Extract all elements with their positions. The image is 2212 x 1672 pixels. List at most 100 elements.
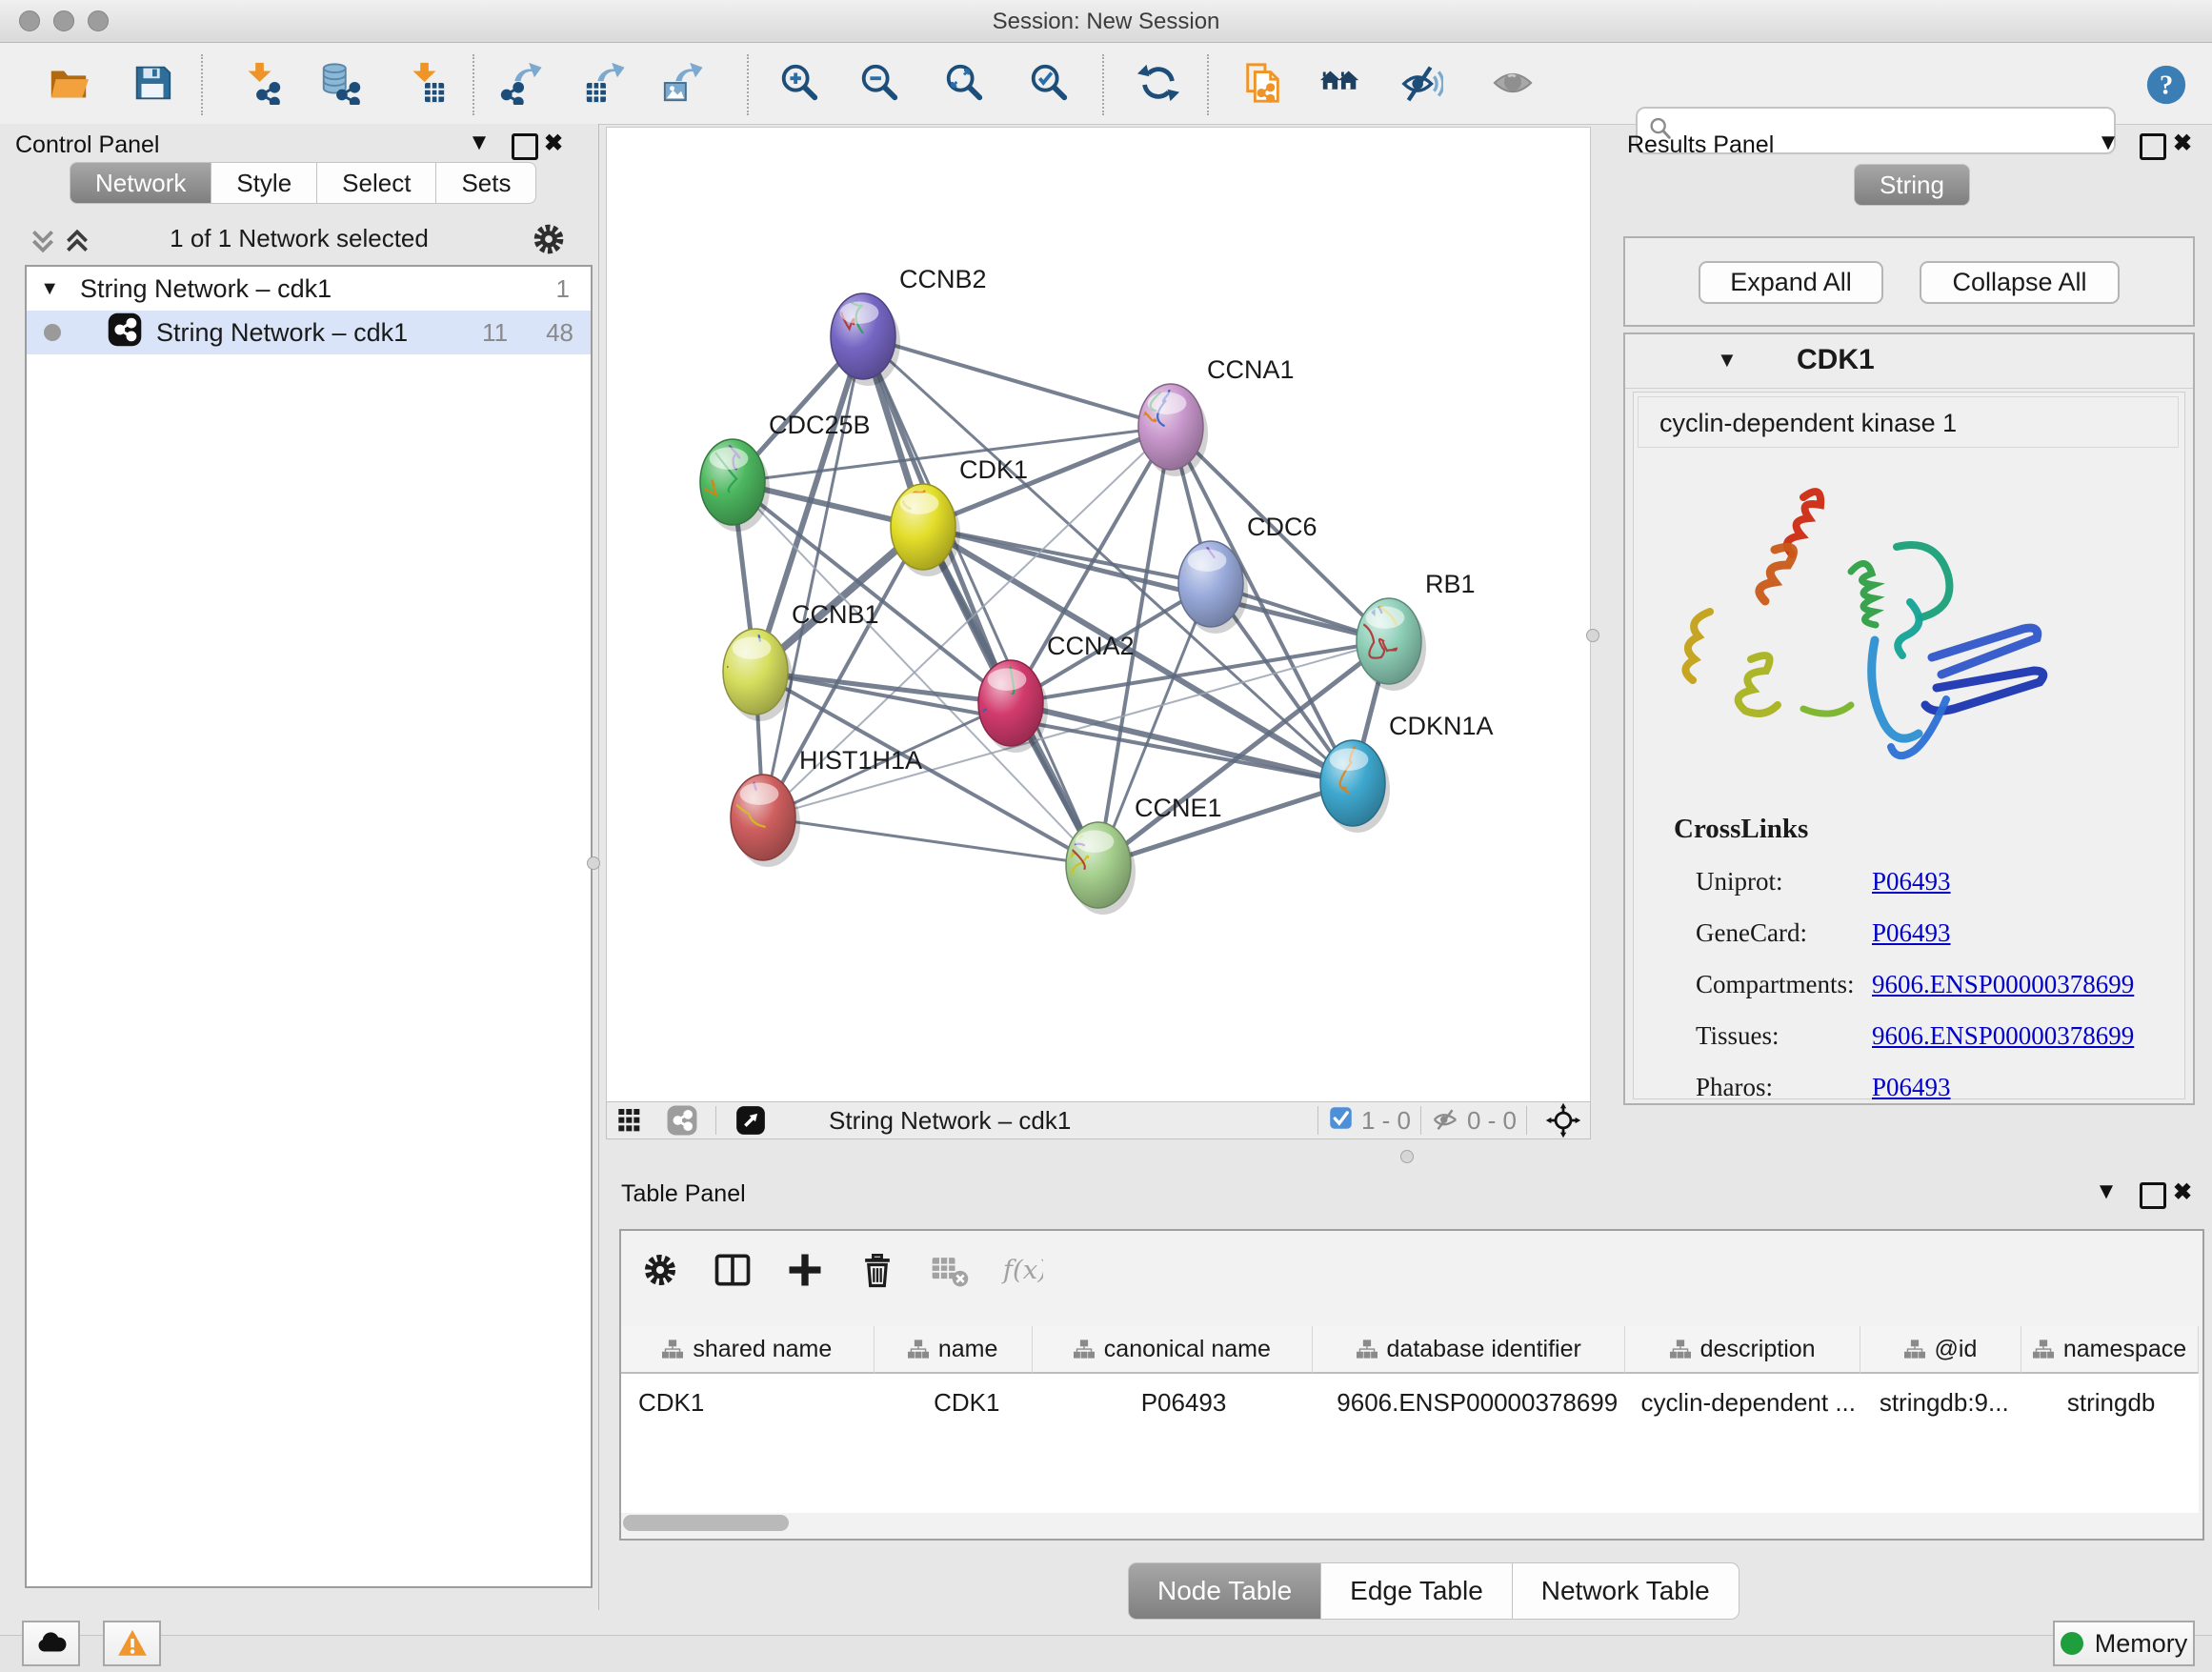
column-header-database-identifier[interactable]: database identifier — [1313, 1326, 1625, 1374]
import-network-file-button[interactable] — [235, 60, 285, 110]
table-settings-button[interactable] — [633, 1244, 688, 1299]
network-selection-status: 1 of 1 Network selected — [0, 224, 598, 253]
export-image-button[interactable] — [658, 60, 708, 110]
open-session-button[interactable] — [44, 60, 93, 110]
import-table-icon — [403, 61, 447, 110]
table-panel-float-icon[interactable] — [2140, 1182, 2166, 1209]
network-node-ccnb2[interactable]: CCNB2 — [737, 209, 987, 386]
cloud-button[interactable] — [22, 1621, 80, 1666]
zoom-selected-button[interactable] — [1024, 60, 1074, 110]
columns-icon — [712, 1249, 754, 1296]
import-network-database-button[interactable] — [315, 60, 365, 110]
show-all-nodes-edges-button[interactable] — [1316, 60, 1365, 110]
toolbar-separator — [747, 54, 749, 115]
network-row[interactable]: String Network – cdk1 11 48 — [27, 311, 591, 354]
node-label-cdc25b: CDC25B — [769, 411, 871, 439]
network-options-gear-icon[interactable] — [529, 219, 569, 264]
birds-eye-view-icon[interactable] — [607, 1093, 658, 1148]
results-panel-float-icon[interactable] — [2140, 133, 2166, 160]
toolbar-separator — [1102, 54, 1104, 115]
divider — [1526, 1106, 1527, 1135]
main-toolbar: ? — [0, 43, 2212, 125]
crosslink-label: GeneCard: — [1696, 918, 1872, 948]
table-panel-close-icon[interactable]: ✖ — [2168, 1178, 2197, 1206]
network-collection-row[interactable]: ▼ String Network – cdk1 1 — [27, 267, 591, 311]
control-panel-float-icon[interactable] — [512, 133, 538, 160]
new-network-from-selection-button[interactable] — [1238, 60, 1288, 110]
trash-icon — [856, 1249, 898, 1296]
memory-label: Memory — [2095, 1629, 2188, 1659]
control-panel-close-icon[interactable]: ✖ — [539, 130, 568, 157]
table-panel-collapse-icon[interactable]: ▼ — [2092, 1178, 2121, 1205]
column-header-namespace[interactable]: namespace — [2021, 1326, 2199, 1374]
crosslink-label: Uniprot: — [1696, 867, 1872, 896]
column-header-name[interactable]: name — [875, 1326, 1033, 1374]
hidden-eye-slash-icon[interactable] — [1431, 1104, 1459, 1138]
tab-select[interactable]: Select — [317, 162, 436, 204]
import-network-icon — [238, 61, 282, 110]
gene-expander-icon[interactable]: ▼ — [1717, 348, 1738, 373]
apply-layout-button[interactable] — [1134, 60, 1183, 110]
node-label-cdk1: CDK1 — [959, 455, 1028, 484]
zoom-fit-button[interactable] — [939, 60, 989, 110]
tree-expander-icon[interactable]: ▼ — [27, 278, 59, 300]
column-header-canonical-name[interactable]: canonical name — [1033, 1326, 1313, 1374]
crosslink-value-link[interactable]: P06493 — [1872, 1073, 1951, 1102]
tab-string[interactable]: String — [1854, 164, 1970, 206]
crosslink-value-link[interactable]: P06493 — [1872, 867, 1951, 896]
bottom-splitter-handle[interactable] — [1400, 1150, 1414, 1163]
column-header-shared-name[interactable]: shared name — [621, 1326, 875, 1374]
crosslink-value-link[interactable]: 9606.ENSP00000378699 — [1872, 1021, 2134, 1051]
toolbar-separator — [1207, 54, 1209, 115]
column-header-description[interactable]: description — [1625, 1326, 1860, 1374]
tab-style[interactable]: Style — [211, 162, 317, 204]
show-selected-button[interactable] — [1488, 60, 1538, 110]
save-session-button[interactable] — [128, 60, 177, 110]
show-columns-button[interactable] — [705, 1244, 760, 1299]
tab-network-table[interactable]: Network Table — [1513, 1562, 1739, 1620]
tab-network[interactable]: Network — [70, 162, 211, 204]
network-view-canvas[interactable]: CCNB2CCNA1CDC25BCDK1CDC6RB1CCNB1CCNA2CDK… — [606, 127, 1591, 1102]
tab-sets[interactable]: Sets — [436, 162, 536, 204]
export-network-button[interactable] — [497, 60, 547, 110]
expand-all-button[interactable]: Expand All — [1699, 261, 1883, 304]
export-table-button[interactable] — [580, 60, 630, 110]
cloud-icon — [35, 1627, 68, 1660]
delete-table-button — [922, 1244, 977, 1299]
string-style-icon[interactable] — [658, 1093, 706, 1148]
control-panel-collapse-icon[interactable]: ▼ — [465, 130, 493, 156]
left-splitter-handle[interactable] — [587, 856, 600, 870]
column-header--id[interactable]: @id — [1860, 1326, 2021, 1374]
results-panel-close-icon[interactable]: ✖ — [2168, 130, 2197, 157]
table-x-icon — [929, 1249, 971, 1296]
tab-node-table[interactable]: Node Table — [1128, 1562, 1321, 1620]
import-table-button[interactable] — [400, 60, 450, 110]
zoom-in-button[interactable] — [774, 60, 824, 110]
network-collection-label: String Network – cdk1 — [80, 274, 556, 304]
open-in-string-icon[interactable] — [726, 1093, 775, 1148]
delete-columns-button[interactable] — [850, 1244, 905, 1299]
hide-selected-button[interactable] — [1397, 60, 1446, 110]
network-node-ccnb1[interactable]: CCNB1 — [609, 508, 879, 721]
table-row[interactable]: CDK1CDK1P064939606.ENSP00000378699cyclin… — [621, 1374, 2199, 1431]
results-panel-collapse-icon[interactable]: ▼ — [2094, 130, 2122, 156]
warnings-button[interactable] — [103, 1621, 161, 1666]
collapse-all-button[interactable]: Collapse All — [1920, 261, 2120, 304]
network-collection-count: 1 — [556, 274, 570, 304]
help-button[interactable]: ? — [2142, 60, 2191, 110]
help-icon: ? — [2144, 63, 2188, 107]
table-horizontal-scrollbar[interactable] — [623, 1515, 789, 1531]
table-cell: 9606.ENSP00000378699 — [1322, 1374, 1632, 1431]
selected-checkbox-icon[interactable] — [1328, 1105, 1354, 1136]
eye-gray-icon — [1491, 61, 1535, 110]
crosslink-value-link[interactable]: P06493 — [1872, 918, 1951, 948]
memory-status-icon — [2061, 1632, 2083, 1655]
string-network-badge-icon — [107, 312, 143, 354]
memory-button[interactable]: Memory — [2053, 1621, 2195, 1666]
tab-edge-table[interactable]: Edge Table — [1321, 1562, 1513, 1620]
zoom-out-button[interactable] — [855, 60, 904, 110]
crosslink-value-link[interactable]: 9606.ENSP00000378699 — [1872, 970, 2134, 999]
fit-content-crosshair-icon[interactable] — [1537, 1093, 1590, 1148]
create-column-button[interactable] — [777, 1244, 833, 1299]
protein-structure-image — [1660, 459, 2080, 821]
